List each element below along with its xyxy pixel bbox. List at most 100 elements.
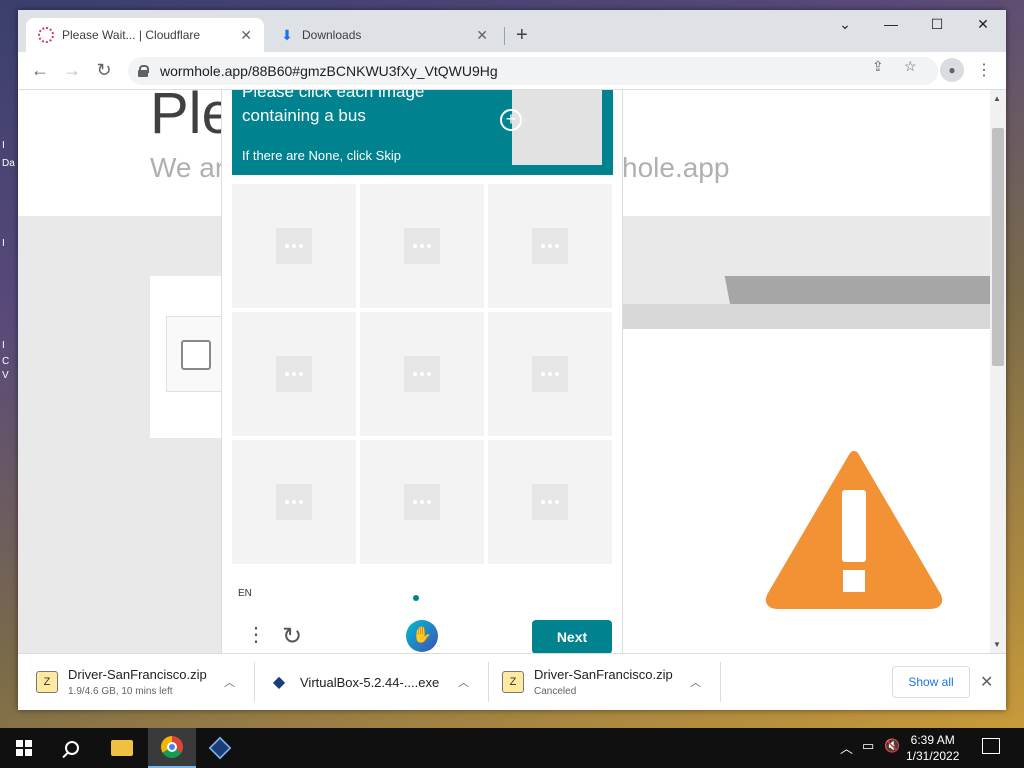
desktop-icon-label[interactable]: C [2, 356, 9, 367]
download-status: Canceled [534, 686, 577, 697]
virtualbox-taskbar-button[interactable] [196, 728, 244, 768]
chrome-taskbar-button[interactable] [148, 728, 196, 768]
chrome-icon [161, 736, 183, 758]
minimize-button[interactable]: — [868, 16, 914, 32]
tray-overflow-chevron-icon[interactable]: ︿ [840, 738, 853, 757]
page-scrollbar[interactable]: ▲ ▼ [990, 90, 1006, 653]
expand-example-button[interactable]: + [500, 109, 522, 131]
download-item[interactable]: Z Driver-SanFrancisco.zip 1.9/4.6 GB, 10… [36, 662, 207, 702]
file-explorer-button[interactable] [98, 728, 146, 768]
zip-file-icon: Z [502, 671, 524, 693]
image-loading-placeholder-icon [404, 356, 440, 392]
captcha-challenge-panel: Please click each image containing a bus… [221, 90, 623, 653]
chevron-up-icon[interactable]: ︿ [690, 674, 701, 690]
virtualbox-icon [208, 736, 232, 760]
download-separator [254, 662, 255, 702]
captcha-image-cell[interactable] [488, 440, 612, 564]
download-separator [720, 662, 721, 702]
folder-icon [111, 740, 133, 756]
start-button[interactable] [0, 728, 48, 768]
maximize-button[interactable]: ☐ [914, 16, 960, 33]
new-tab-button[interactable]: + [516, 24, 528, 47]
image-loading-placeholder-icon [276, 228, 312, 264]
network-icon[interactable]: ▭ [862, 738, 874, 754]
download-item[interactable]: ◆ VirtualBox-5.2.44-....exe [268, 662, 439, 702]
image-loading-placeholder-icon [532, 228, 568, 264]
desktop-icon-label[interactable]: I [2, 140, 5, 151]
browser-menu-icon[interactable]: ⋮ [976, 60, 992, 80]
page-banner-tab [623, 276, 730, 304]
download-filename: VirtualBox-5.2.44-....exe [300, 674, 440, 690]
volume-muted-icon[interactable]: 🔇 [884, 738, 900, 754]
scroll-thumb[interactable] [992, 128, 1004, 366]
captcha-image-cell[interactable] [232, 184, 356, 308]
zip-file-icon: Z [36, 671, 58, 693]
captcha-example-image [512, 90, 602, 165]
tab-downloads[interactable]: ⬇ Downloads ✕ [268, 18, 500, 52]
captcha-image-cell[interactable] [360, 184, 484, 308]
show-all-downloads-button[interactable]: Show all [892, 666, 970, 698]
taskbar: ︿ ▭ 🔇 6:39 AM 1/31/2022 [0, 728, 1024, 768]
captcha-image-cell[interactable] [360, 440, 484, 564]
captcha-refresh-icon[interactable]: ↻ [282, 622, 302, 651]
download-filename: Driver-SanFrancisco.zip [68, 667, 207, 682]
scroll-up-icon[interactable]: ▲ [993, 94, 1001, 103]
captcha-image-cell[interactable] [232, 312, 356, 436]
captcha-image-cell[interactable] [488, 312, 612, 436]
page-subheading-right: hole.app [622, 152, 730, 183]
language-selector[interactable]: EN [238, 588, 252, 599]
browser-toolbar: ← → ↻ wormhole.app/88B60#gmzBCNKWU3fXy_V… [18, 52, 1006, 90]
chevron-up-icon[interactable]: ︿ [458, 674, 469, 690]
chevron-up-icon[interactable]: ︿ [224, 674, 235, 690]
hcaptcha-logo-icon: ✋ [406, 620, 438, 652]
page-subheading: We ar [150, 152, 225, 183]
close-downloads-bar-icon[interactable]: ✕ [980, 672, 993, 692]
captcha-menu-icon[interactable]: ⋮ [246, 622, 266, 647]
tab-close-icon[interactable]: ✕ [476, 27, 488, 44]
reload-button[interactable]: ↻ [92, 60, 116, 81]
tab-separator [504, 27, 505, 45]
tab-title: Downloads [302, 28, 362, 42]
warning-triangle-icon [765, 451, 943, 609]
tab-search-icon[interactable]: ⌄ [822, 16, 868, 33]
human-verification-checkbox[interactable] [181, 340, 211, 370]
desktop-icon-label[interactable]: I [2, 340, 5, 351]
captcha-image-cell[interactable] [488, 184, 612, 308]
desktop-icon-label[interactable]: Da [2, 158, 15, 169]
profile-avatar-icon[interactable]: ● [940, 58, 964, 82]
page-banner-strip-light [623, 304, 990, 329]
cloudflare-favicon-icon [38, 27, 54, 43]
tab-cloudflare[interactable]: Please Wait... | Cloudflare ✕ [26, 18, 264, 52]
tab-close-icon[interactable]: ✕ [240, 27, 252, 44]
captcha-image-grid [232, 184, 613, 564]
tab-title: Please Wait... | Cloudflare [62, 28, 201, 42]
back-button[interactable]: ← [28, 60, 52, 81]
desktop-icon-label[interactable]: I [2, 238, 5, 249]
bookmark-star-icon[interactable]: ☆ [904, 58, 917, 75]
forward-button[interactable]: → [60, 60, 84, 81]
search-button[interactable] [48, 728, 96, 768]
clock-time: 6:39 AM [910, 733, 955, 747]
scroll-down-icon[interactable]: ▼ [993, 640, 1001, 649]
address-bar[interactable]: wormhole.app/88B60#gmzBCNKWU3fXy_VtQWU9H… [128, 57, 938, 85]
download-status: 1.9/4.6 GB, 10 mins left [68, 686, 173, 697]
desktop-icon-label[interactable]: V [2, 370, 9, 381]
next-button[interactable]: Next [532, 620, 612, 653]
captcha-image-cell[interactable] [232, 440, 356, 564]
lock-icon[interactable] [138, 65, 149, 77]
download-item[interactable]: Z Driver-SanFrancisco.zip Canceled [502, 662, 673, 702]
captcha-image-cell[interactable] [360, 312, 484, 436]
system-clock[interactable]: 6:39 AM 1/31/2022 [906, 732, 959, 764]
notifications-icon[interactable] [982, 738, 1000, 754]
image-loading-placeholder-icon [532, 356, 568, 392]
share-icon[interactable]: ⇪ [872, 58, 884, 75]
captcha-prompt: Please click each image containing a bus [242, 90, 425, 125]
download-filename: Driver-SanFrancisco.zip [534, 667, 673, 682]
close-window-button[interactable]: ✕ [960, 16, 1006, 33]
virtualbox-icon: ◆ [268, 671, 290, 693]
captcha-skip-note: If there are None, click Skip [242, 148, 401, 163]
tab-strip: Please Wait... | Cloudflare ✕ ⬇ Download… [18, 10, 1006, 52]
url-text[interactable]: wormhole.app/88B60#gmzBCNKWU3fXy_VtQWU9H… [160, 63, 498, 79]
image-loading-placeholder-icon [404, 228, 440, 264]
image-loading-placeholder-icon [276, 484, 312, 520]
